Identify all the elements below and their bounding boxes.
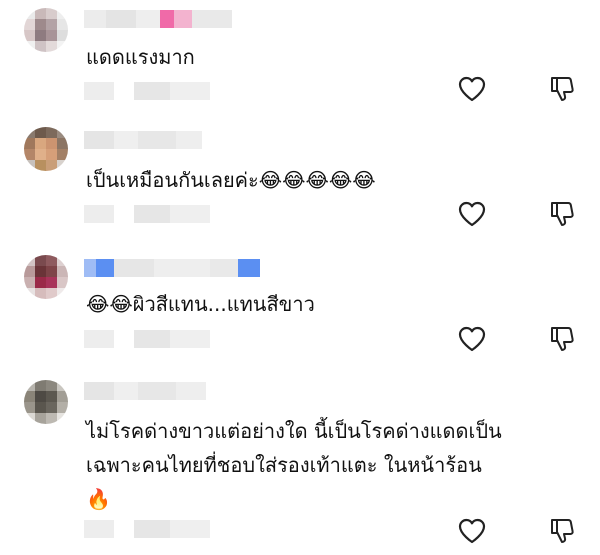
comment-meta-blurred bbox=[84, 205, 210, 223]
dislike-button[interactable] bbox=[547, 324, 577, 354]
comment-text: เป็นเหมือนกันเลยค่ะ😂😂😂😂😂 bbox=[86, 168, 376, 192]
username-blurred[interactable] bbox=[84, 131, 202, 149]
like-button[interactable] bbox=[457, 324, 487, 354]
comment-meta-blurred bbox=[84, 520, 210, 538]
comment-meta-blurred bbox=[84, 82, 210, 100]
comment-text: แดดแรงมาก bbox=[86, 45, 195, 69]
thumbs-down-icon bbox=[551, 327, 574, 351]
comment-meta-blurred bbox=[84, 330, 210, 348]
username-blurred[interactable] bbox=[84, 259, 260, 277]
avatar[interactable] bbox=[24, 255, 68, 299]
avatar[interactable] bbox=[24, 380, 68, 424]
thumbs-down-icon bbox=[551, 77, 574, 101]
comment-text: ไม่โรคด่างขาวแต่อย่างใด นี้เป็นโรคด่างแด… bbox=[86, 419, 502, 511]
heart-icon bbox=[458, 201, 486, 227]
dislike-button[interactable] bbox=[547, 516, 577, 546]
like-button[interactable] bbox=[457, 74, 487, 104]
thumbs-down-icon bbox=[551, 519, 574, 543]
heart-icon bbox=[458, 518, 486, 544]
like-button[interactable] bbox=[457, 516, 487, 546]
like-button[interactable] bbox=[457, 199, 487, 229]
avatar[interactable] bbox=[24, 127, 68, 171]
comment-text: 😂😂ผิวสีแทน...แทนสีขาว bbox=[86, 292, 315, 316]
heart-icon bbox=[458, 326, 486, 352]
heart-icon bbox=[458, 76, 486, 102]
username-blurred[interactable] bbox=[84, 382, 206, 400]
avatar[interactable] bbox=[24, 8, 68, 52]
thumbs-down-icon bbox=[551, 202, 574, 226]
dislike-button[interactable] bbox=[547, 199, 577, 229]
username-blurred[interactable] bbox=[84, 10, 232, 28]
dislike-button[interactable] bbox=[547, 74, 577, 104]
